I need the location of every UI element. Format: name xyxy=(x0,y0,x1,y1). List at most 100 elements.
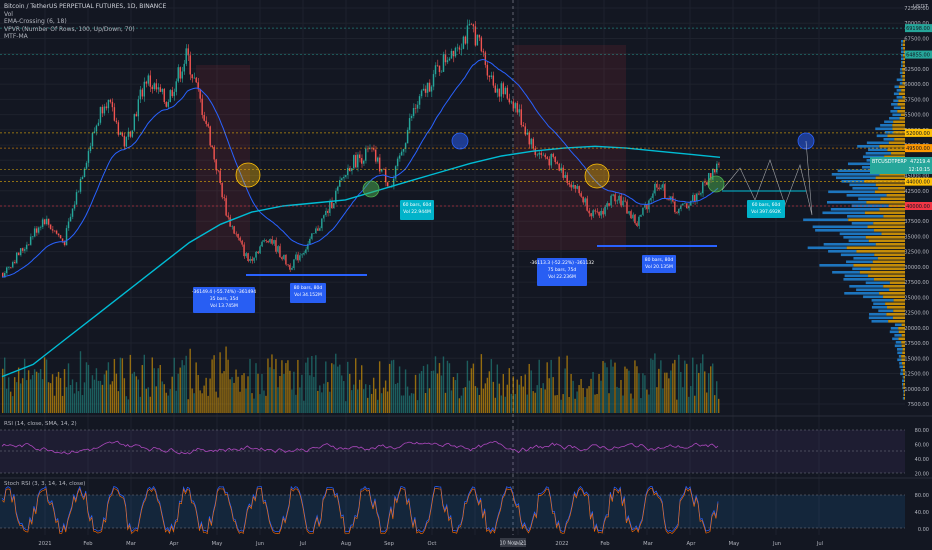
vpvr-bar-up xyxy=(902,383,904,386)
volume-bar xyxy=(454,380,457,413)
volume-bar xyxy=(390,360,393,413)
candle-body xyxy=(510,101,512,103)
candle-body xyxy=(227,215,229,218)
volume-bar xyxy=(646,389,648,413)
volume-bar xyxy=(231,377,233,413)
time-tick-label: 2021 xyxy=(38,541,51,547)
candle-body xyxy=(634,214,636,224)
volume-bar xyxy=(406,386,409,413)
vpvr-bar-down xyxy=(873,222,905,225)
candle-body xyxy=(624,200,626,202)
candle-body xyxy=(77,191,80,193)
candle-body xyxy=(219,170,221,184)
candle-body xyxy=(600,210,602,216)
candle-body xyxy=(159,87,161,92)
volume-bar xyxy=(634,360,636,413)
candle-body xyxy=(47,218,50,225)
rsi-tick-label: 40.00 xyxy=(915,457,929,463)
volume-bar xyxy=(355,358,357,413)
indicator-ema-crossing[interactable]: EMA-Crossing (6, 18) xyxy=(4,18,166,26)
candle-body xyxy=(526,132,528,135)
volume-bar xyxy=(440,375,443,413)
vpvr-bar-up xyxy=(847,162,871,166)
volume-bar xyxy=(265,395,267,413)
volume-bar xyxy=(544,389,546,413)
vpvr-bar-down xyxy=(902,348,905,351)
vpvr-bar-up xyxy=(871,306,888,309)
vpvr-bar-up xyxy=(897,351,903,355)
time-axis[interactable]: 2021 Feb Mar Apr May Jun Jul Aug Sep Oct 10 Nov '2… xyxy=(38,538,823,547)
chart-legend[interactable]: Bitcoin / TetherUS PERPETUAL FUTURES, 1D… xyxy=(4,3,166,41)
vpvr-bar-up xyxy=(858,197,881,201)
volume-bar xyxy=(9,391,12,413)
candle-body xyxy=(362,160,365,164)
volume-bar xyxy=(61,395,64,413)
symbol-title[interactable]: Bitcoin / TetherUS PERPETUAL FUTURES, 1D… xyxy=(4,3,166,11)
vpvr-bar-up xyxy=(846,194,887,197)
volume-bar xyxy=(145,388,147,413)
vpvr-bar-up xyxy=(892,337,899,341)
candle-body xyxy=(175,81,177,92)
volume-bar xyxy=(520,376,522,413)
indicator-mtf-ma[interactable]: MTF-MA xyxy=(4,33,166,41)
volume-bar xyxy=(17,367,20,413)
volume-bar xyxy=(668,378,670,413)
volume-bar xyxy=(103,374,106,413)
vpvr-bar-up xyxy=(873,302,886,306)
volume-bar xyxy=(79,351,82,413)
indicator-vpvr[interactable]: VPVR (Number Of Rows, 100, Up/Down, 70) xyxy=(4,26,166,34)
candle-body xyxy=(263,240,265,242)
candle-body xyxy=(618,195,620,201)
candle-body xyxy=(295,254,297,260)
volume-bar xyxy=(251,393,253,413)
candle-body xyxy=(289,264,291,270)
candle-body xyxy=(502,83,505,95)
volume-bar xyxy=(364,384,367,413)
rsi-label[interactable]: RSI (14, close, SMA, 14, 2) xyxy=(4,421,77,427)
vpvr-bar-up xyxy=(880,124,893,127)
vpvr-bar-up xyxy=(899,365,903,369)
vpvr-bar-down xyxy=(902,61,905,64)
candle-body xyxy=(67,221,70,229)
volume-bar xyxy=(217,397,219,413)
vpvr-bar-up xyxy=(896,96,903,99)
volume-bar xyxy=(716,381,718,413)
volume-bar xyxy=(492,381,495,413)
volume-bar xyxy=(688,396,690,413)
chart-canvas[interactable]: 72500.0070000.0067500.0065000.0062500.00… xyxy=(0,0,932,550)
stoch-rsi-label[interactable]: Stoch RSI (3, 3, 14, 14, close) xyxy=(4,481,85,487)
vpvr-bar-up xyxy=(894,85,899,89)
volume-bar xyxy=(378,361,381,413)
candle-body xyxy=(131,130,134,137)
volume-bar xyxy=(450,390,453,413)
volume-bar xyxy=(652,359,654,413)
candle-body xyxy=(652,193,654,198)
vpvr-bar-down xyxy=(872,260,905,264)
volume-bar xyxy=(610,359,612,413)
candle-body xyxy=(430,86,433,92)
vpvr-bar-down xyxy=(846,246,905,250)
candle-body xyxy=(245,253,247,257)
candle-body xyxy=(386,182,389,187)
vpvr-bar-up xyxy=(901,50,904,54)
vpvr-bar-up xyxy=(894,344,902,348)
volume-bar xyxy=(149,396,151,413)
candle-body xyxy=(440,71,443,73)
volume-bar xyxy=(674,359,676,413)
time-tick-label: Jun xyxy=(772,541,781,547)
volume-bar xyxy=(478,394,481,413)
candle-body xyxy=(674,201,676,213)
candle-body xyxy=(512,101,514,109)
volume-bar xyxy=(3,357,6,413)
vpvr-bar-up xyxy=(832,271,860,274)
volume-bar xyxy=(25,380,28,413)
candle-body xyxy=(353,155,355,169)
volume-bar xyxy=(161,381,163,413)
indicator-vol[interactable]: Vol xyxy=(4,11,166,19)
price-tag-label: 44000.00 xyxy=(906,180,930,186)
candle-body xyxy=(496,88,499,93)
volume-bar xyxy=(163,384,165,413)
vpvr-bar-up xyxy=(890,327,899,330)
candle-body xyxy=(179,67,181,79)
candle-body xyxy=(562,167,564,178)
